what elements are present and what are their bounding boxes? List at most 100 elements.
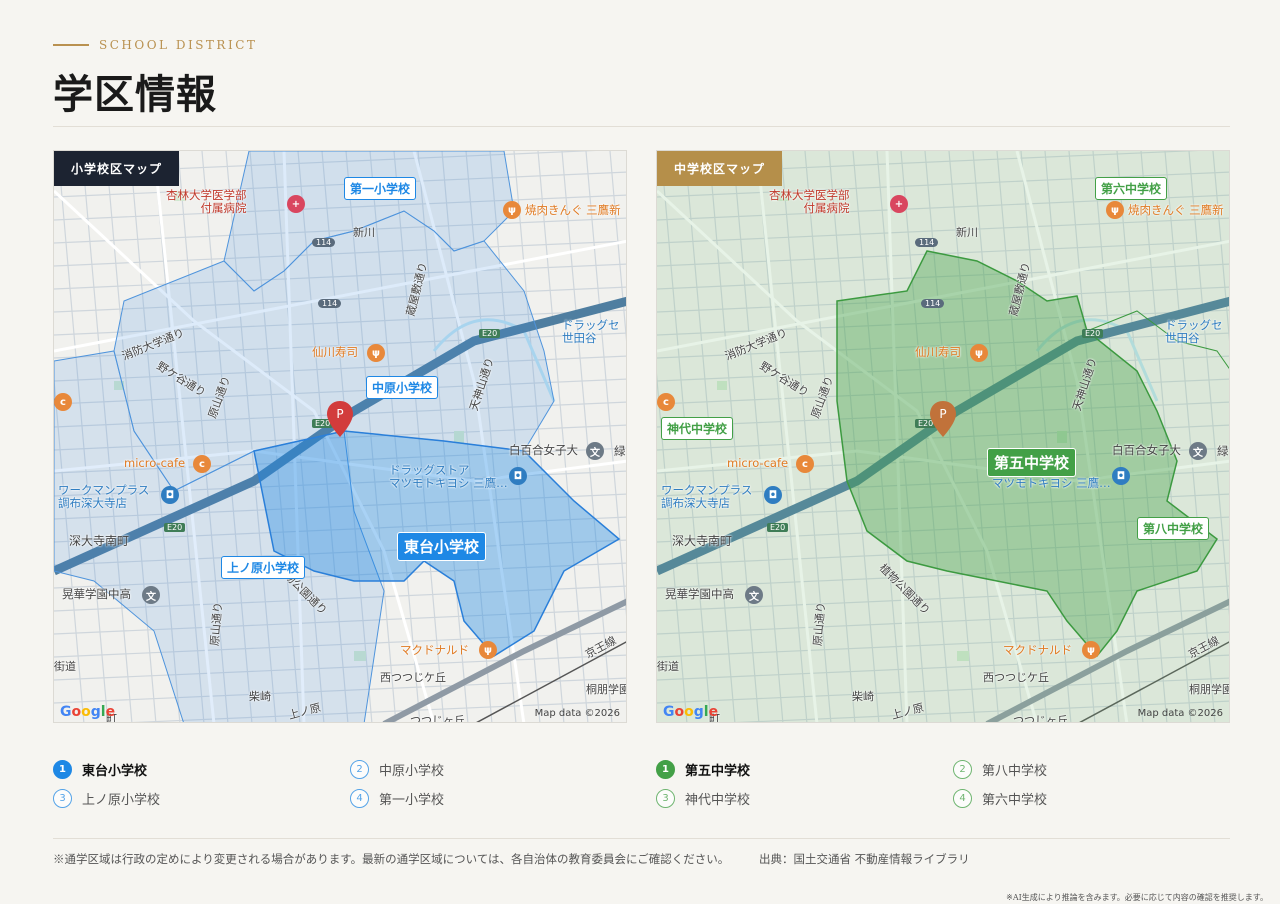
school-name: 第五中学校: [685, 764, 751, 779]
school-name: 第八中学校: [982, 764, 1048, 779]
workman-label: ワークマンプラス 調布深大寺店: [58, 483, 150, 511]
school-list-item[interactable]: 2 中原小学校: [350, 760, 444, 779]
tsutsujigaoka-label: つつじヶ丘: [410, 714, 465, 723]
junior-high-map[interactable]: 杏林大学医学部 付属病院 + ψ 焼肉きんぐ 三鷹新 新川 114 114 仙川寿…: [656, 150, 1230, 723]
kaido-label: 街道: [657, 660, 679, 673]
cafe-label: micro-cafe: [124, 456, 186, 470]
footer-note: ※通学区域は行政の定めにより変更される場合があります。最新の通学区域については、…: [53, 851, 970, 867]
route-114-badge: 114: [921, 299, 945, 308]
hospital-label: 杏林大学医学部 付属病院: [769, 188, 850, 216]
school-list-item[interactable]: 1 第五中学校: [656, 760, 750, 779]
svg-text:P: P: [939, 407, 946, 421]
school-icon[interactable]: 文: [142, 586, 160, 604]
shinkawa-label: 新川: [353, 226, 375, 239]
section-kicker: SCHOOL DISTRICT: [53, 38, 257, 52]
school-icon[interactable]: 文: [1189, 442, 1207, 460]
map-credit: Map data ©2026: [1137, 708, 1223, 719]
nishi-tsutsujigaoka-label: 西つつじケ丘: [983, 671, 1049, 684]
route-114-badge: 114: [915, 238, 939, 247]
school-list-item[interactable]: 2 第八中学校: [953, 760, 1047, 779]
school-number-badge: 2: [350, 760, 369, 779]
toho-label: 桐朋学園: [1189, 683, 1230, 696]
restaurant-icon[interactable]: ψ: [479, 641, 497, 659]
google-logo: Google: [60, 704, 116, 720]
route-114-badge: 114: [318, 299, 342, 308]
school-icon[interactable]: 文: [586, 442, 604, 460]
school-number-badge: 2: [953, 760, 972, 779]
restaurant-icon[interactable]: ψ: [970, 344, 988, 362]
page-title: 学区情報: [53, 71, 217, 118]
expressway-e20-badge: E20: [479, 329, 501, 338]
school-district-label[interactable]: 第六中学校: [1095, 177, 1168, 200]
midori-label: 緑: [614, 444, 626, 458]
yakiniku-label: 焼肉きんぐ 三鷹新: [525, 203, 621, 217]
restaurant-icon[interactable]: ψ: [1106, 201, 1124, 219]
school-district-label[interactable]: 第五中学校: [987, 448, 1077, 477]
drugstore-top-label: ドラッグセ 世田谷: [562, 318, 620, 346]
shop-icon[interactable]: ◘: [1112, 467, 1130, 485]
school-name: 中原小学校: [379, 764, 445, 779]
drugstore-top-label: ドラッグセ 世田谷: [1165, 318, 1223, 346]
map-label: 中学校区マップ: [657, 151, 783, 186]
school-district-label[interactable]: 上ノ原小学校: [221, 556, 306, 579]
school-list-item[interactable]: 4 第一小学校: [350, 789, 444, 808]
map-label: 小学校区マップ: [54, 151, 180, 186]
yakiniku-label: 焼肉きんぐ 三鷹新: [1128, 203, 1224, 217]
nishi-tsutsujigaoka-label: 西つつじケ丘: [380, 671, 446, 684]
koka-school-label: 晃華学園中高: [62, 587, 131, 601]
expressway-e20-badge: E20: [164, 523, 186, 532]
restaurant-icon[interactable]: ψ: [1082, 641, 1100, 659]
school-district-label[interactable]: 第一小学校: [344, 177, 417, 200]
school-number-badge: 3: [656, 789, 675, 808]
mcdonalds-label: マクドナルド: [400, 643, 469, 657]
google-logo: Google: [663, 704, 719, 720]
parking-pin-icon[interactable]: P: [327, 401, 353, 437]
district-overlay: [54, 151, 621, 722]
hospital-icon[interactable]: +: [287, 195, 305, 213]
school-list-item[interactable]: 3 神代中学校: [656, 789, 750, 808]
school-name: 第六中学校: [982, 793, 1048, 808]
restaurant-icon[interactable]: ψ: [367, 344, 385, 362]
school-name: 上ノ原小学校: [82, 793, 161, 808]
school-district-label[interactable]: 第八中学校: [1137, 517, 1210, 540]
school-list-item[interactable]: 1 東台小学校: [53, 760, 147, 779]
map-credit: Map data ©2026: [534, 708, 620, 719]
cafe-icon[interactable]: c: [54, 393, 72, 411]
mcdonalds-label: マクドナルド: [1003, 643, 1072, 657]
school-number-badge: 1: [53, 760, 72, 779]
ai-disclaimer: ※AI生成により推論を含みます。必要に応じて内容の確認を推奨します。: [1006, 893, 1268, 902]
page-header: SCHOOL DISTRICT 学区情報: [53, 38, 257, 120]
jindaiji-label: 深大寺南町: [672, 534, 733, 548]
koka-school-label: 晃華学園中高: [665, 587, 734, 601]
university-label: 白百合女子大: [509, 443, 578, 457]
elementary-map[interactable]: 杏林大学医学部 付属病院 + ψ 焼肉きんぐ 三鷹新 新川 114 114 仙川寿…: [53, 150, 627, 723]
parking-pin-icon[interactable]: P: [930, 401, 956, 437]
school-district-label[interactable]: 中原小学校: [366, 376, 439, 399]
school-icon[interactable]: 文: [745, 586, 763, 604]
kaido-label: 街道: [54, 660, 76, 673]
school-number-badge: 3: [53, 789, 72, 808]
shop-icon[interactable]: ◘: [764, 486, 782, 504]
expressway-e20-badge: E20: [1082, 329, 1104, 338]
kicker-line: [53, 44, 89, 46]
route-114-badge: 114: [312, 238, 336, 247]
cafe-icon[interactable]: c: [657, 393, 675, 411]
hospital-label: 杏林大学医学部 付属病院: [166, 188, 247, 216]
school-list-item[interactable]: 4 第六中学校: [953, 789, 1047, 808]
toho-label: 桐朋学園: [586, 683, 627, 696]
jindaiji-label: 深大寺南町: [69, 534, 130, 548]
cafe-icon[interactable]: c: [796, 455, 814, 473]
school-district-label[interactable]: 東台小学校: [397, 532, 487, 561]
shop-icon[interactable]: ◘: [509, 467, 527, 485]
sushi-label: 仙川寿司: [915, 345, 961, 359]
school-district-label[interactable]: 神代中学校: [661, 417, 734, 440]
hospital-icon[interactable]: +: [890, 195, 908, 213]
shinkawa-label: 新川: [956, 226, 978, 239]
restaurant-icon[interactable]: ψ: [503, 201, 521, 219]
school-list-item[interactable]: 3 上ノ原小学校: [53, 789, 160, 808]
shop-icon[interactable]: ◘: [161, 486, 179, 504]
cafe-icon[interactable]: c: [193, 455, 211, 473]
school-number-badge: 1: [656, 760, 675, 779]
sushi-label: 仙川寿司: [312, 345, 358, 359]
drugstore-label: ドラッグストアマツモトキヨシ 三鷹…: [389, 463, 508, 491]
